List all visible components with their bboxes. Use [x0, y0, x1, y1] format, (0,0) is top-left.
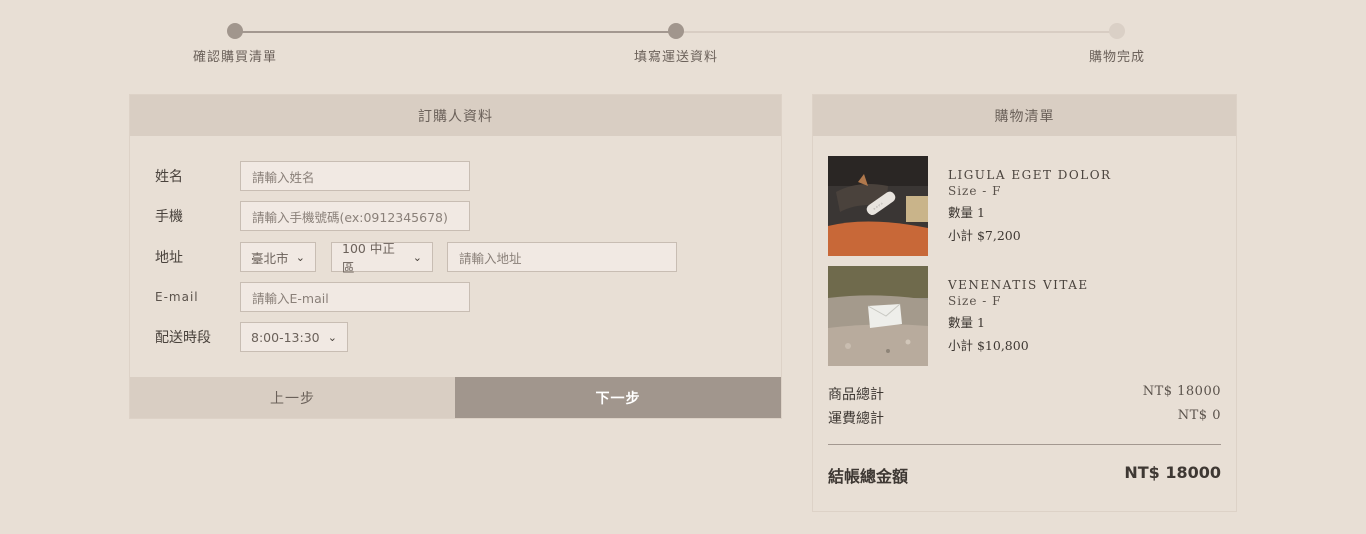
- step-label-complete: 購物完成: [1088, 50, 1146, 65]
- district-select-value: 100 中正區: [342, 241, 395, 275]
- cart-item-size: Size - F: [948, 294, 1002, 308]
- goods-total-label: 商品總計: [828, 387, 884, 403]
- address-label: 地址: [155, 250, 183, 266]
- cart-item-info: LIGULA EGET DOLOR Size - F 數量 1 小計 $7,20…: [948, 168, 1112, 244]
- cart-item-name: LIGULA EGET DOLOR: [948, 168, 1112, 182]
- stepper-line-completed: [235, 31, 676, 33]
- address-input[interactable]: 請輸入地址: [447, 242, 677, 272]
- checkout-total-row: 結帳總金額 NT$ 18000: [828, 463, 1221, 487]
- checkout-stepper: 確認購買清單 填寫運送資料 購物完成: [0, 0, 1366, 80]
- step-label-shipping: 填寫運送資料: [633, 50, 719, 65]
- cart-item: VENENATIS VITAE Size - F 數量 1 小計 $10,800: [828, 266, 1223, 366]
- summary-divider: [828, 444, 1221, 445]
- cart-item-info: VENENATIS VITAE Size - F 數量 1 小計 $10,800: [948, 278, 1089, 354]
- cart-item-qty: 數量 1: [948, 315, 985, 330]
- address-row: 地址 臺北市 ⌄ 100 中正區 ⌄ 請輸入地址: [155, 241, 677, 275]
- cart-item-size: Size - F: [948, 184, 1002, 198]
- step-dot-confirm: [227, 23, 243, 39]
- next-step-button[interactable]: 下一步: [455, 377, 781, 418]
- product-image-white-pouch: [828, 266, 928, 366]
- goods-total-value: NT$ 18000: [1142, 384, 1221, 399]
- chevron-down-icon: ⌄: [327, 330, 337, 344]
- cart-item-name: VENENATIS VITAE: [948, 278, 1089, 292]
- delivery-label: 配送時段: [155, 330, 211, 346]
- cart-item-subtotal: 小計 $7,200: [948, 228, 1021, 243]
- phone-row: 手機 請輸入手機號碼(ex:0912345678): [155, 201, 470, 231]
- delivery-time-select[interactable]: 8:00-13:30 ⌄: [240, 322, 348, 352]
- city-select[interactable]: 臺北市 ⌄: [240, 242, 316, 272]
- product-image-leather-tag: ◦◦◦◦: [828, 156, 928, 256]
- email-label: E-mail: [155, 290, 199, 304]
- checkout-total-value: NT$ 18000: [1124, 463, 1221, 482]
- orderer-info-panel: 訂購人資料 姓名 請輸入姓名 手機 請輸入手機號碼(ex:0912345678)…: [129, 94, 782, 419]
- name-input[interactable]: 請輸入姓名: [240, 161, 470, 191]
- shipping-total-label: 運費總計: [828, 411, 884, 427]
- cart-title: 購物清單: [813, 95, 1236, 136]
- form-buttons: 上一步 下一步: [130, 377, 781, 418]
- cart-panel: 購物清單 ◦◦◦◦ LIGULA EGET DOLOR Size - F 數量 …: [812, 94, 1237, 512]
- delivery-time-value: 8:00-13:30: [251, 329, 320, 345]
- chevron-down-icon: ⌄: [295, 250, 305, 264]
- step-dot-complete: [1109, 23, 1125, 39]
- name-row: 姓名 請輸入姓名: [155, 161, 470, 191]
- shipping-total-row: 運費總計 NT$ 0: [828, 408, 1221, 428]
- cart-item-qty: 數量 1: [948, 205, 985, 220]
- stepper-line-pending: [676, 31, 1117, 33]
- phone-label: 手機: [155, 209, 183, 225]
- orderer-info-title: 訂購人資料: [130, 95, 781, 136]
- shipping-total-value: NT$ 0: [1177, 408, 1221, 423]
- cart-item: ◦◦◦◦ LIGULA EGET DOLOR Size - F 數量 1 小計 …: [828, 156, 1223, 256]
- phone-input[interactable]: 請輸入手機號碼(ex:0912345678): [240, 201, 470, 231]
- chevron-down-icon: ⌄: [412, 250, 422, 264]
- step-label-confirm: 確認購買清單: [192, 50, 278, 65]
- district-select[interactable]: 100 中正區 ⌄: [331, 241, 433, 275]
- city-select-value: 臺北市: [251, 250, 289, 266]
- email-row: E-mail 請輸入E-mail: [155, 282, 470, 312]
- checkout-total-label: 結帳總金額: [828, 467, 909, 486]
- step-dot-shipping: [668, 23, 684, 39]
- email-input[interactable]: 請輸入E-mail: [240, 282, 470, 312]
- name-label: 姓名: [155, 169, 183, 185]
- prev-step-button[interactable]: 上一步: [130, 377, 455, 418]
- delivery-row: 配送時段 8:00-13:30 ⌄: [155, 322, 348, 352]
- cart-item-subtotal: 小計 $10,800: [948, 338, 1029, 353]
- goods-total-row: 商品總計 NT$ 18000: [828, 384, 1221, 404]
